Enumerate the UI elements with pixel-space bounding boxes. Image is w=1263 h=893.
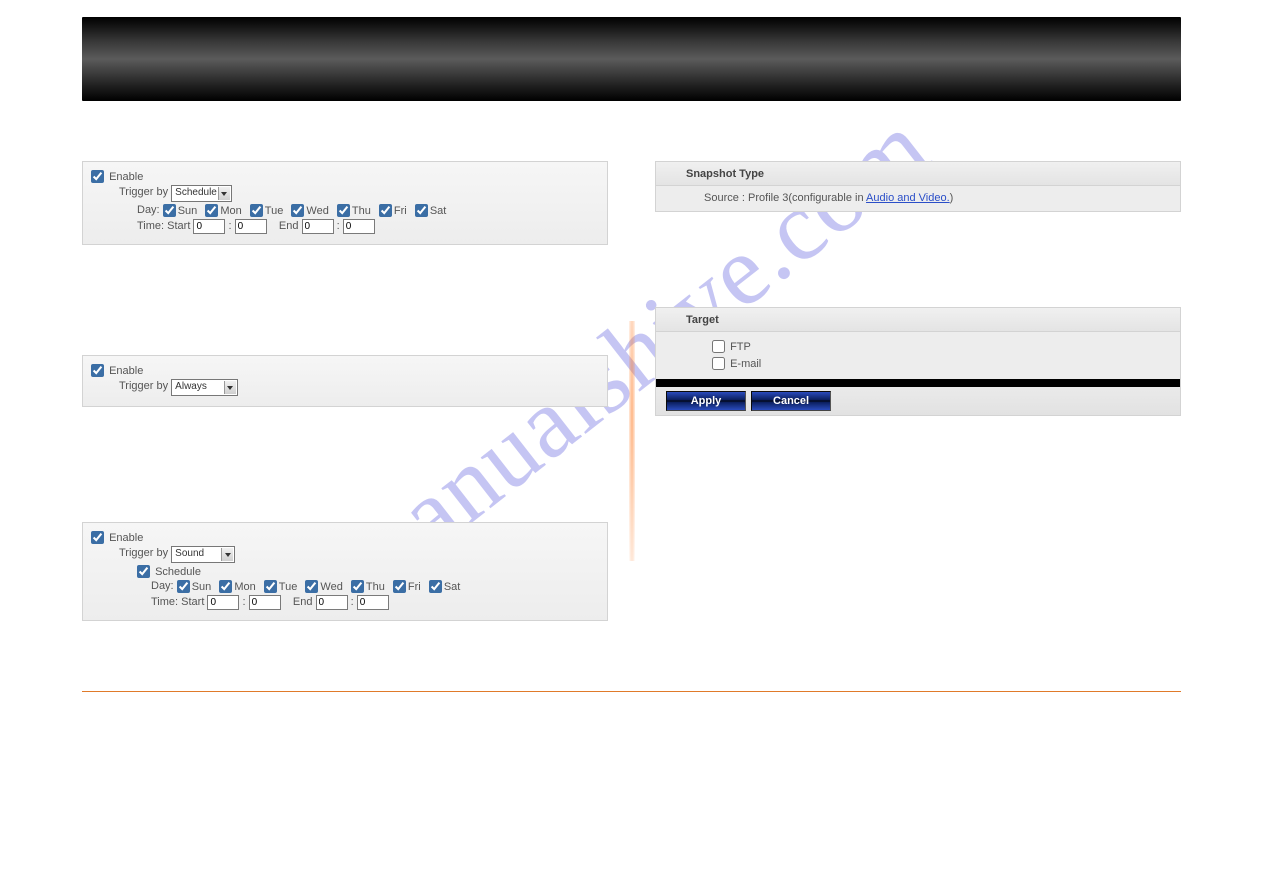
day-thu-checkbox[interactable] [351,580,364,593]
enable-checkbox[interactable] [91,364,104,377]
enable-label: Enable [109,532,143,544]
trigger-panel-always: Enable Trigger by Always [82,355,608,407]
start-hour-input[interactable] [193,219,225,234]
day-sat-label: Sat [430,205,447,217]
enable-label: Enable [109,171,143,183]
day-sat-label: Sat [444,581,461,593]
start-min-input[interactable] [235,219,267,234]
enable-checkbox[interactable] [91,531,104,544]
snapshot-type-body: Source : Profile 3(configurable in Audio… [656,186,1180,211]
time-end-label: End [279,220,299,232]
time-start-label: Time: Start [151,596,204,608]
day-wed-label: Wed [320,581,342,593]
cancel-button[interactable]: Cancel [751,391,831,411]
snapshot-type-panel: Snapshot Type Source : Profile 3(configu… [655,161,1181,212]
trigger-by-select[interactable]: Always [171,379,238,396]
days-row: Day: Sun Mon Tue Wed Thu Fri Sat [91,204,599,217]
button-bar: Apply Cancel [656,387,1180,415]
colon: : [243,596,246,608]
snapshot-source-prefix: Source : Profile 3(configurable in [704,192,866,204]
colon: : [351,596,354,608]
day-sun-checkbox[interactable] [163,204,176,217]
day-sun-label: Sun [178,205,198,217]
trigger-by-value: Sound [175,548,204,559]
day-thu-checkbox[interactable] [337,204,350,217]
email-checkbox[interactable] [712,357,725,370]
days-row: Day: Sun Mon Tue Wed Thu Fri Sat [91,580,599,593]
trigger-by-select[interactable]: Sound [171,546,235,563]
snapshot-type-header: Snapshot Type [656,162,1180,186]
chevron-down-icon [218,187,230,200]
day-sun-checkbox[interactable] [177,580,190,593]
email-label: E-mail [730,358,761,370]
trigger-panel-sound: Enable Trigger by Sound Schedule Day: Su… [82,522,608,621]
column-divider [629,321,635,561]
enable-label: Enable [109,365,143,377]
chevron-down-icon [224,381,236,394]
trigger-by-value: Schedule [175,187,217,198]
schedule-checkbox[interactable] [137,565,150,578]
day-tue-label: Tue [279,581,298,593]
trigger-by-select[interactable]: Schedule [171,185,232,202]
time-end-label: End [293,596,313,608]
end-min-input[interactable] [357,595,389,610]
separator-bar [656,379,1180,387]
snapshot-source-suffix: ) [950,192,954,204]
header-banner [82,17,1181,101]
colon: : [337,220,340,232]
time-start-label: Time: Start [137,220,190,232]
day-mon-checkbox[interactable] [219,580,232,593]
start-hour-input[interactable] [207,595,239,610]
day-tue-checkbox[interactable] [250,204,263,217]
day-fri-checkbox[interactable] [393,580,406,593]
target-panel: Target FTP E-mail Apply Cancel [655,307,1181,416]
ftp-checkbox[interactable] [712,340,725,353]
apply-button[interactable]: Apply [666,391,746,411]
trigger-by-label: Trigger by [119,380,168,392]
footer-divider [82,691,1181,692]
day-wed-checkbox[interactable] [305,580,318,593]
enable-checkbox[interactable] [91,170,104,183]
end-hour-input[interactable] [302,219,334,234]
day-wed-checkbox[interactable] [291,204,304,217]
target-header: Target [656,308,1180,332]
days-label: Day: [151,580,174,592]
day-fri-label: Fri [394,205,407,217]
end-min-input[interactable] [343,219,375,234]
audio-video-link[interactable]: Audio and Video. [866,192,950,204]
day-fri-label: Fri [408,581,421,593]
colon: : [229,220,232,232]
day-thu-label: Thu [352,205,371,217]
day-wed-label: Wed [306,205,328,217]
day-fri-checkbox[interactable] [379,204,392,217]
day-sat-checkbox[interactable] [415,204,428,217]
time-row: Time: Start : End : [91,595,599,610]
trigger-panel-schedule: Enable Trigger by Schedule Day: Sun Mon … [82,161,608,245]
ftp-label: FTP [730,341,751,353]
trigger-by-label: Trigger by [119,547,168,559]
start-min-input[interactable] [249,595,281,610]
day-sun-label: Sun [192,581,212,593]
day-thu-label: Thu [366,581,385,593]
day-mon-label: Mon [234,581,255,593]
day-sat-checkbox[interactable] [429,580,442,593]
trigger-by-label: Trigger by [119,186,168,198]
time-row: Time: Start : End : [91,219,599,234]
day-mon-checkbox[interactable] [205,204,218,217]
day-mon-label: Mon [220,205,241,217]
day-tue-checkbox[interactable] [264,580,277,593]
chevron-down-icon [221,548,233,561]
day-tue-label: Tue [265,205,284,217]
days-label: Day: [137,204,160,216]
schedule-label: Schedule [155,566,201,578]
end-hour-input[interactable] [316,595,348,610]
trigger-by-value: Always [175,381,207,392]
